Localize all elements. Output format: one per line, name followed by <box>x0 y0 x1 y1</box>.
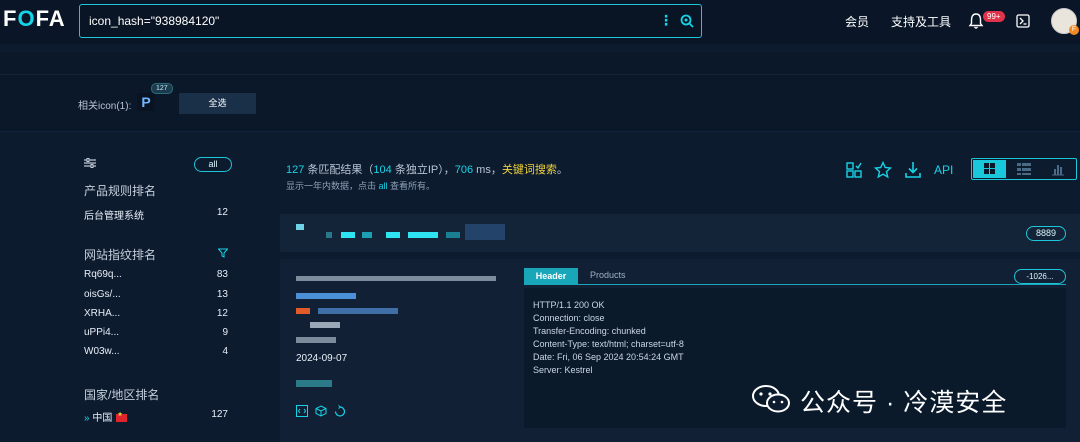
result-card-header <box>280 214 1080 252</box>
redacted-block <box>446 232 460 238</box>
http-header-line: Connection: close <box>533 313 605 323</box>
country-ranking-title: 国家/地区排名 <box>84 388 160 402</box>
command-icon[interactable] <box>1016 14 1030 28</box>
grid-icon <box>984 163 995 174</box>
watermark-text: 公众号 · 冷漠安全 <box>800 389 1008 417</box>
redacted-block <box>386 232 400 238</box>
tab-underline <box>524 284 1066 285</box>
nav-tools-link[interactable]: 支持及工具 <box>891 13 951 30</box>
fingerprint-item[interactable]: W03w... <box>84 346 120 357</box>
search-query-text[interactable]: icon_hash="938984120" <box>89 14 219 28</box>
fingerprint-item-count: 12 <box>216 308 228 319</box>
fingerprint-item-count: 83 <box>216 269 228 280</box>
bar-chart-icon <box>1052 165 1064 176</box>
product-item-count: 12 <box>216 207 228 218</box>
list-icon <box>1017 163 1031 175</box>
search-input[interactable]: icon_hash="938984120" ⋮ <box>79 4 702 38</box>
http-header-line: HTTP/1.1 200 OK <box>533 300 605 310</box>
result-date: 2024-09-07 <box>296 353 348 364</box>
notification-badge: 99+ <box>983 11 1005 22</box>
product-ranking-title: 产品规则排名 <box>84 184 157 198</box>
view-toggle <box>971 158 1077 180</box>
redacted-block <box>296 308 310 314</box>
redacted-block <box>310 322 340 328</box>
list-view-button[interactable] <box>1008 160 1041 178</box>
http-header-line: Server: Kestrel <box>533 365 593 375</box>
result-count: 127 <box>286 164 305 176</box>
icon-hash-badge[interactable]: -1026... <box>1014 269 1066 284</box>
more-options-icon[interactable]: ⋮ <box>659 12 673 29</box>
cube-icon[interactable] <box>315 405 327 417</box>
fingerprint-item-count: 9 <box>222 327 228 338</box>
http-header-line: Date: Fri, 06 Sep 2024 20:54:24 GMT <box>533 352 684 362</box>
related-icon-row: 相关icon(1): P 127 全选 <box>0 74 1080 132</box>
expand-chevron-icon[interactable]: » <box>84 413 90 424</box>
http-header-line: Content-Type: text/html; charset=utf-8 <box>533 339 684 349</box>
grid-view-button[interactable] <box>973 160 1006 178</box>
redacted-block <box>296 293 356 299</box>
tab-products[interactable]: Products <box>590 270 626 280</box>
fingerprint-item[interactable]: Rq69q... <box>84 269 122 280</box>
select-all-button[interactable]: 全选 <box>179 93 256 114</box>
product-item[interactable]: 后台管理系统 <box>84 207 144 222</box>
redacted-block <box>296 337 336 343</box>
port-badge[interactable]: 8889 <box>1026 226 1066 241</box>
redacted-block <box>408 232 438 238</box>
download-icon[interactable] <box>904 161 922 179</box>
star-icon[interactable] <box>874 161 892 179</box>
fingerprint-item-count: 4 <box>222 346 228 357</box>
redacted-block <box>296 224 304 230</box>
tab-header[interactable]: Header <box>524 268 578 284</box>
stats-grid-icon[interactable] <box>845 161 863 179</box>
redacted-block <box>341 232 355 238</box>
filter-sliders-icon[interactable] <box>84 158 96 168</box>
ip-count: 104 <box>373 164 392 176</box>
result-action-icons <box>296 404 356 417</box>
redacted-block <box>326 232 332 238</box>
china-flag-icon <box>116 411 128 423</box>
fingerprint-ranking-title: 网站指纹排名 <box>84 248 157 262</box>
avatar[interactable]: F <box>1051 8 1079 35</box>
search-icon[interactable] <box>680 14 694 28</box>
query-time: 706 <box>454 164 474 176</box>
fingerprint-item[interactable]: oisGs/... <box>84 289 121 300</box>
fofa-logo[interactable]: FOFA <box>3 6 66 32</box>
results-subnote: 显示一年内数据，点击 all 查看所有。 <box>286 181 436 191</box>
redacted-block <box>465 224 505 240</box>
http-header-line: Transfer-Encoding: chunked <box>533 326 646 336</box>
chart-view-button[interactable] <box>1042 160 1075 178</box>
fingerprint-item[interactable]: uPPi4... <box>84 327 119 338</box>
redacted-block <box>296 380 332 387</box>
redacted-block <box>318 308 398 314</box>
sub-band <box>0 52 1080 74</box>
bell-icon[interactable] <box>968 12 984 30</box>
related-icon-label: 相关icon(1): <box>78 101 132 112</box>
top-bar: FOFA icon_hash="938984120" ⋮ 会员 支持及工具 99… <box>0 0 1080 44</box>
funnel-filter-icon[interactable] <box>218 248 228 258</box>
nav-member-link[interactable]: 会员 <box>845 13 869 30</box>
all-filter-pill[interactable]: all <box>194 157 232 172</box>
keyword-search-link[interactable]: 关键词搜索 <box>502 164 557 176</box>
fingerprint-item[interactable]: XRHA... <box>84 308 120 319</box>
avatar-badge: F <box>1069 25 1079 35</box>
code-icon[interactable] <box>296 405 308 417</box>
redacted-block <box>362 232 372 238</box>
results-summary: 127 条匹配结果（104 条独立IP），706 ms，关键词搜索。 <box>286 164 568 176</box>
favicon-icon[interactable]: P <box>137 93 155 111</box>
api-link[interactable]: API <box>934 163 953 177</box>
favicon-count-badge: 127 <box>151 83 173 94</box>
redacted-block <box>296 276 496 281</box>
country-item-count: 127 <box>211 409 228 420</box>
show-all-link[interactable]: all <box>379 181 388 191</box>
fingerprint-item-count: 13 <box>216 289 228 300</box>
wechat-logo-icon <box>752 385 790 413</box>
refresh-icon[interactable] <box>334 405 346 417</box>
country-item[interactable]: » 中国 <box>84 409 128 424</box>
country-name: 中国 <box>92 413 113 424</box>
